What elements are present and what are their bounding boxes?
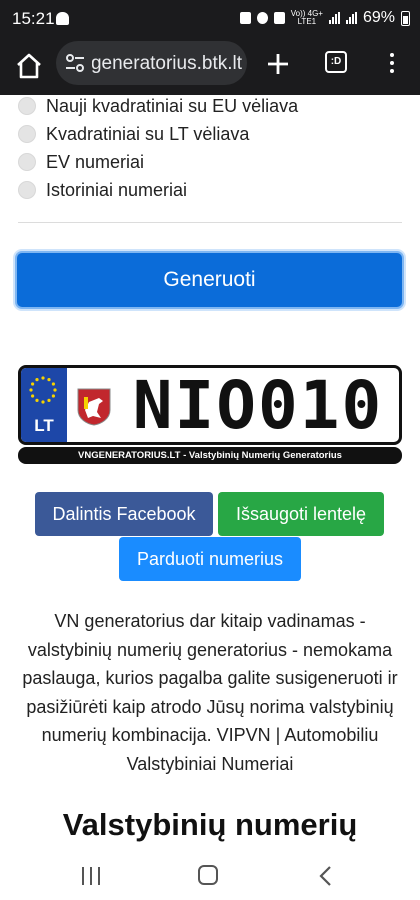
address-bar[interactable]: vngeneratorius.btk.lt [56,41,247,85]
network-bottom: LTE1 [297,17,317,26]
divider [18,222,402,223]
status-bar: 15:21 Vo)) 4G+ LTE1 69% [0,0,420,38]
battery-percent: 69% [362,9,395,26]
license-plate-preview: LT NIO010 [18,365,402,445]
generate-button[interactable]: Generuoti [15,251,404,309]
radio-button[interactable] [18,153,36,171]
radio-button[interactable] [18,181,36,199]
plate-number: NIO010 [132,367,384,444]
description-text: VN generatorius dar kitaip vadinamas - v… [22,611,398,774]
system-nav-bar [0,855,420,900]
home-nav-icon[interactable] [198,865,218,885]
back-icon[interactable] [318,865,332,887]
option-label: Istoriniai numeriai [46,179,188,200]
option-ev[interactable]: EV numeriai [18,150,144,174]
battery-icon [401,10,410,26]
alarm-icon [256,12,268,24]
web-page: Nauji kvadratiniai su EU vėliava Kvadrat… [0,95,420,855]
site-settings-icon[interactable] [65,54,85,72]
eu-stars-icon [29,376,57,404]
option-lt-square[interactable]: Kvadratiniai su LT vėliava [18,122,249,146]
network-label: Vo)) 4G+ LTE1 [291,10,323,26]
lock-icon [239,12,251,24]
save-plate-button[interactable]: Išsaugoti lentelę [218,492,384,536]
sell-plates-button[interactable]: Parduoti numerius [119,537,301,581]
snapchat-icon [56,12,69,25]
section-heading: Valstybinių numerių [62,807,358,842]
share-facebook-button[interactable]: Dalintis Facebook [35,492,213,536]
option-label: Kvadratiniai su LT vėliava [46,123,250,144]
mute-icon [273,12,285,24]
country-code: LT [34,416,54,435]
option-eu-square[interactable]: Nauji kvadratiniai su EU vėliava [18,95,298,118]
signal-2-icon [345,12,357,24]
recent-apps-icon[interactable] [82,867,100,885]
eu-band: LT [21,368,67,442]
option-historic[interactable]: Istoriniai numeriai [18,178,187,202]
option-label: Nauji kvadratiniai su EU vėliava [46,95,299,116]
tab-switcher-button[interactable]: :D [325,51,347,73]
browser-toolbar: vngeneratorius.btk.lt :D [0,38,420,95]
radio-button[interactable] [18,97,36,115]
new-tab-icon[interactable] [264,50,292,78]
phone-screen: 15:21 Vo)) 4G+ LTE1 69% generatorius.btk… [0,0,420,900]
more-menu-icon[interactable] [385,50,399,76]
home-icon[interactable] [14,51,44,81]
radio-button[interactable] [18,125,36,143]
plate-caption: VNGENERATORIUS.LT - Valstybinių Numerių … [18,447,402,464]
option-label: EV numeriai [46,151,145,172]
signal-icon [328,12,340,24]
coat-of-arms-icon [77,388,111,426]
url-text: vngeneratorius.btk.lt [92,53,242,74]
status-icons: Vo)) 4G+ LTE1 69% [239,9,410,27]
status-time: 15:21 [12,9,55,28]
